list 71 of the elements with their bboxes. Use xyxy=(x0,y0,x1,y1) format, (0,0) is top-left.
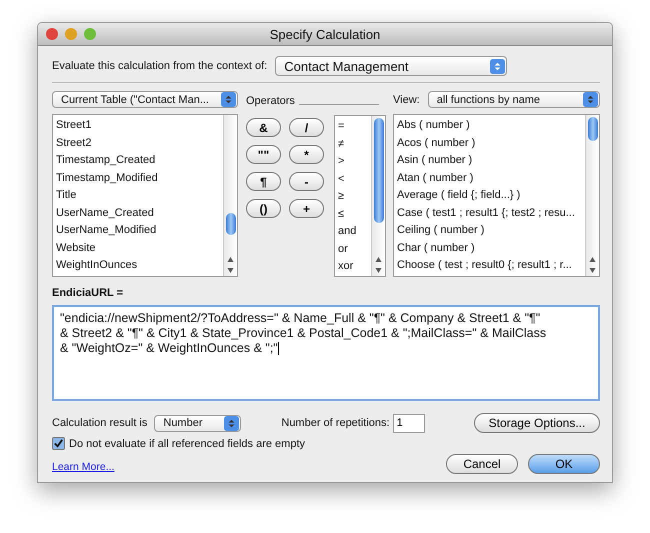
calculation-field[interactable] xyxy=(52,305,600,401)
scrollbar[interactable] xyxy=(371,116,385,276)
function-item[interactable]: Acos ( number ) xyxy=(397,134,585,152)
field-item[interactable]: UserName_Created xyxy=(56,204,223,222)
field-item[interactable]: UserName_Modified xyxy=(56,222,223,240)
field-item[interactable]: Timestamp_Modified xyxy=(56,170,223,187)
context-popup[interactable]: Contact Management xyxy=(275,56,508,76)
operator-item[interactable]: and xyxy=(338,223,371,240)
operator-button[interactable]: "" xyxy=(246,145,281,164)
view-popup[interactable]: all functions by name xyxy=(428,91,600,108)
operator-item[interactable]: ≤ xyxy=(338,206,371,223)
popup-arrows-icon xyxy=(221,92,236,107)
function-item[interactable]: Average ( field {; field...} ) xyxy=(397,187,585,204)
operator-button[interactable]: + xyxy=(289,199,324,218)
function-item[interactable]: Choose ( test ; result0 {; result1 ; r... xyxy=(397,257,585,274)
checkbox[interactable] xyxy=(52,437,65,450)
operator-item[interactable]: xor xyxy=(338,258,371,276)
storage-options-button[interactable]: Storage Options... xyxy=(474,413,600,433)
function-item[interactable]: Abs ( number ) xyxy=(397,117,585,134)
field-item[interactable]: Street1 xyxy=(56,117,223,134)
calculation-label: EndiciaURL = xyxy=(52,287,124,299)
repetitions-label: Number of repetitions: xyxy=(281,417,390,429)
learn-more-link[interactable]: Learn More... xyxy=(52,461,114,473)
result-type-popup[interactable]: Number xyxy=(154,414,242,432)
popup-arrows-icon xyxy=(583,92,598,107)
operator-button[interactable]: & xyxy=(246,118,281,137)
scrollbar[interactable] xyxy=(585,115,599,276)
formula-line: & Street2 & "¶" & City1 & State_Province1 & Postal_Code1 & ";MailClass=" & MailClass xyxy=(60,326,546,341)
scroll-arrows-icon xyxy=(227,256,234,274)
window-title: Specify Calculation xyxy=(270,26,380,42)
operator-button[interactable]: - xyxy=(289,172,324,191)
operator-button[interactable]: * xyxy=(289,145,324,164)
field-item[interactable]: Street2 xyxy=(56,134,223,152)
operator-item[interactable]: > xyxy=(338,153,371,170)
scroll-thumb[interactable] xyxy=(226,213,236,235)
operators-label: Operators xyxy=(246,95,295,107)
context-label: Evaluate this calculation from the context of: xyxy=(52,60,268,72)
table-popup[interactable]: Current Table ("Contact Man... xyxy=(52,91,238,108)
field-item[interactable]: Title xyxy=(56,187,223,204)
result-label: Calculation result is xyxy=(52,417,148,429)
ok-button[interactable]: OK xyxy=(528,454,600,474)
scroll-thumb[interactable] xyxy=(588,117,598,141)
scrollbar[interactable] xyxy=(223,115,237,276)
view-label: View: xyxy=(393,94,420,106)
repetitions-field[interactable]: 1 xyxy=(392,414,425,432)
close-button[interactable] xyxy=(46,28,58,40)
formula-line: "endicia://newShipment2/?ToAddress=" & Name_Full & "¶" & Company & Street1 & "¶" xyxy=(60,311,540,326)
operator-item[interactable]: ≥ xyxy=(338,188,371,206)
popup-arrows-icon xyxy=(490,58,506,74)
operator-button[interactable]: () xyxy=(246,199,281,218)
field-item[interactable]: WeightInOunces xyxy=(56,257,223,274)
function-item[interactable]: Ceiling ( number ) xyxy=(397,222,585,240)
operator-item[interactable]: ≠ xyxy=(338,136,371,153)
checkbox-label: Do not evaluate if all referenced fields are empty xyxy=(69,438,306,450)
scroll-thumb[interactable] xyxy=(374,118,384,223)
function-item[interactable]: Atan ( number ) xyxy=(397,170,585,187)
operator-item[interactable]: < xyxy=(338,170,371,188)
operator-button[interactable]: / xyxy=(289,118,324,137)
scroll-arrows-icon xyxy=(589,256,596,274)
function-item[interactable]: Char ( number ) xyxy=(397,240,585,257)
operator-item[interactable]: or xyxy=(338,240,371,258)
scroll-arrows-icon xyxy=(375,256,382,274)
operator-button[interactable]: ¶ xyxy=(246,172,281,191)
popup-arrows-icon xyxy=(224,416,240,430)
field-item[interactable]: Website xyxy=(56,240,223,257)
cancel-button[interactable]: Cancel xyxy=(446,454,518,474)
function-item[interactable]: Case ( test1 ; result1 {; test2 ; resu... xyxy=(397,204,585,222)
operator-item[interactable]: = xyxy=(338,118,371,136)
formula-line: & "WeightOz=" & WeightInOunces & ";" xyxy=(60,341,279,356)
field-item[interactable]: Timestamp_Created xyxy=(56,152,223,170)
function-item[interactable]: Asin ( number ) xyxy=(397,152,585,170)
